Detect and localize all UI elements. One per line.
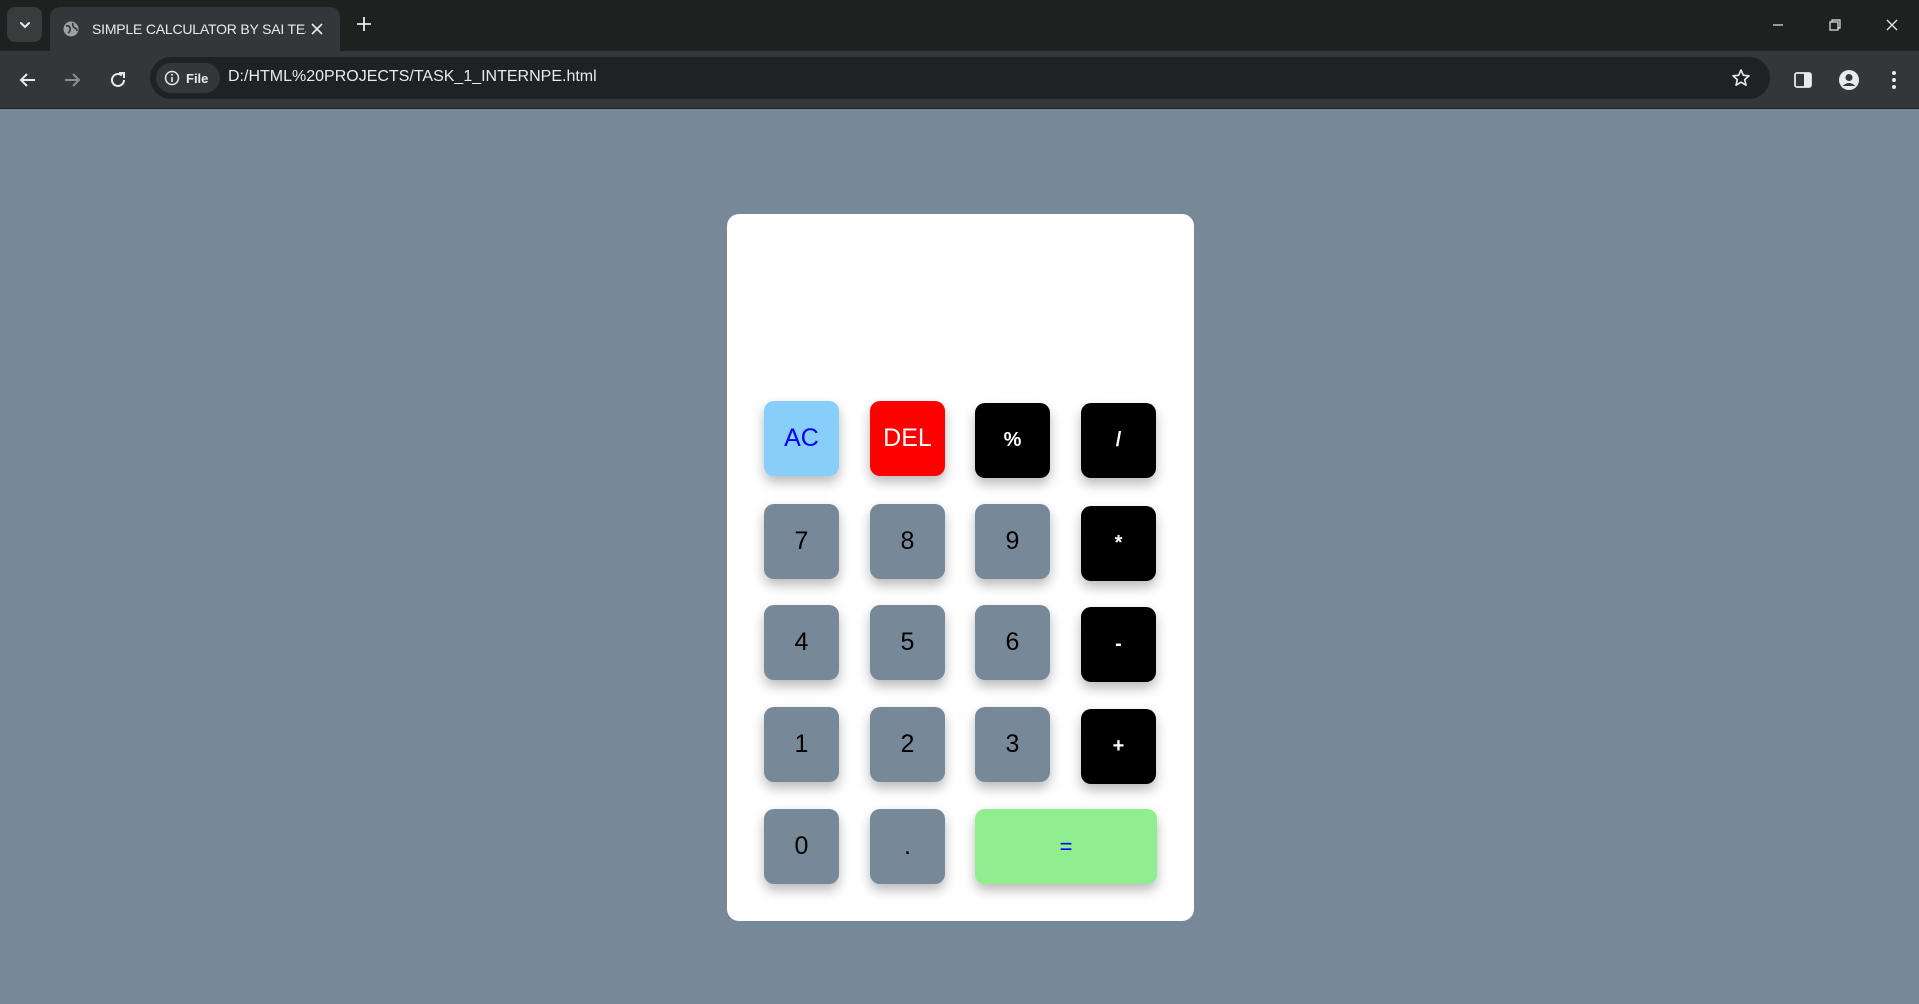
chevron-down-icon	[19, 21, 30, 28]
calculator-display[interactable]	[747, 234, 1174, 374]
reload-icon	[111, 72, 125, 87]
site-info-chip[interactable]: File	[156, 63, 220, 93]
side-panel-button[interactable]	[1788, 65, 1818, 95]
close-window-button[interactable]	[1877, 10, 1907, 40]
address-bar[interactable]: File D:/HTML%20PROJECTS/TASK_1_INTERNPE.…	[150, 57, 1770, 99]
tab-search-button[interactable]	[7, 7, 42, 42]
plus-icon	[357, 17, 371, 31]
new-tab-button[interactable]	[352, 12, 376, 36]
menu-button[interactable]	[1879, 65, 1909, 95]
side-panel-icon	[1794, 72, 1812, 88]
close-icon	[1886, 19, 1898, 31]
minus-button[interactable]: -	[1081, 607, 1156, 682]
equals-button[interactable]: =	[975, 809, 1157, 884]
globe-icon	[62, 20, 80, 38]
percent-button[interactable]: %	[975, 403, 1050, 478]
digit-3-button[interactable]: 3	[975, 707, 1050, 782]
multiply-button[interactable]: *	[1081, 506, 1156, 581]
minimize-button[interactable]	[1763, 10, 1793, 40]
ac-button[interactable]: AC	[764, 401, 839, 476]
divide-button[interactable]: /	[1081, 403, 1156, 478]
arrow-right-icon	[65, 73, 81, 87]
bookmark-button[interactable]	[1728, 65, 1754, 91]
restore-icon	[1829, 19, 1841, 31]
digit-5-button[interactable]: 5	[870, 605, 945, 680]
digit-9-button[interactable]: 9	[975, 504, 1050, 579]
back-button[interactable]	[13, 65, 43, 95]
digit-2-button[interactable]: 2	[870, 707, 945, 782]
digit-8-button[interactable]: 8	[870, 504, 945, 579]
avatar-icon	[1839, 70, 1859, 90]
digit-4-button[interactable]: 4	[764, 605, 839, 680]
reload-button[interactable]	[103, 65, 133, 95]
close-tab-icon[interactable]	[306, 18, 328, 40]
restore-button[interactable]	[1820, 10, 1850, 40]
star-icon	[1732, 69, 1750, 86]
site-chip-label: File	[186, 70, 209, 86]
browser-tab[interactable]: SIMPLE CALCULATOR BY SAI TEJA	[50, 7, 340, 51]
forward-button[interactable]	[57, 65, 87, 95]
digit-7-button[interactable]: 7	[764, 504, 839, 579]
minimize-icon	[1773, 24, 1783, 26]
delete-button[interactable]: DEL	[870, 401, 945, 476]
browser-tab-strip: SIMPLE CALCULATOR BY SAI TEJA	[0, 0, 1919, 51]
digit-0-button[interactable]: 0	[764, 809, 839, 884]
browser-toolbar: File D:/HTML%20PROJECTS/TASK_1_INTERNPE.…	[0, 51, 1919, 109]
decimal-point-button[interactable]: .	[870, 809, 945, 884]
arrow-left-icon	[19, 73, 35, 87]
tab-title: SIMPLE CALCULATOR BY SAI TEJA	[92, 21, 306, 37]
more-vertical-icon	[1892, 71, 1896, 89]
digit-1-button[interactable]: 1	[764, 707, 839, 782]
digit-6-button[interactable]: 6	[975, 605, 1050, 680]
calculator: AC DEL % / 7 8 9 * 4 5 6 - 1 2 3 + 0 . =	[727, 214, 1194, 921]
profile-button[interactable]	[1834, 65, 1864, 95]
plus-button[interactable]: +	[1081, 709, 1156, 784]
url-text[interactable]: D:/HTML%20PROJECTS/TASK_1_INTERNPE.html	[228, 68, 597, 86]
info-icon	[164, 70, 180, 86]
